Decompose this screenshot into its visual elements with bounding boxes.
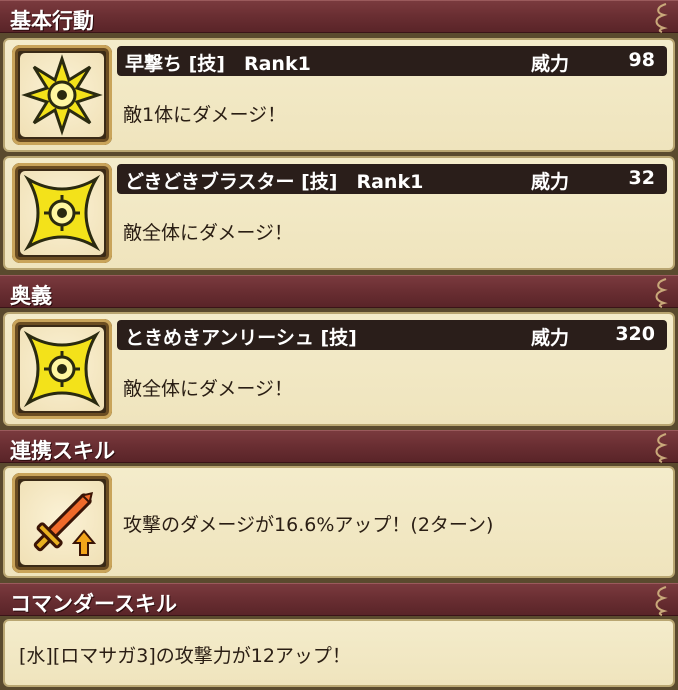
link-skill-description: 攻撃のダメージが16.6%アップ！(2ターン): [123, 514, 494, 536]
section-title: 連携スキル: [10, 439, 115, 463]
power-label: 威力: [531, 171, 570, 193]
skill-description: 敵1体にダメージ！: [123, 104, 287, 126]
shuriken-icon: [23, 330, 101, 408]
skill-description: 敵全体にダメージ！: [123, 222, 294, 244]
skill-icon-frame: [12, 45, 112, 145]
commander-skill-description: [水][ロマサガ3]の攻撃力が12アップ！: [19, 645, 351, 667]
skill-description: 敵全体にダメージ！: [123, 378, 294, 400]
skill-title-bar: どきどきブラスター [技] Rank1 威力 32: [117, 164, 667, 194]
section-header-ougi: 奥義: [0, 275, 678, 308]
section-title: 奥義: [10, 284, 52, 308]
skill-card[interactable]: 早撃ち [技] Rank1 威力 98 敵1体にダメージ！: [3, 38, 675, 152]
skill-name: どきどきブラスター [技] Rank1: [125, 171, 424, 193]
section-header-basic: 基本行動: [0, 0, 678, 33]
section-title: 基本行動: [10, 9, 94, 33]
power-label: 威力: [531, 53, 570, 75]
skill-card[interactable]: ときめきアンリーシュ [技] 威力 320 敵全体にダメージ！: [3, 312, 675, 426]
flourish-icon: [655, 586, 668, 616]
power-value: 32: [628, 167, 655, 189]
starburst-icon: [21, 54, 103, 136]
skill-title-bar: ときめきアンリーシュ [技] 威力 320: [117, 320, 667, 350]
skill-icon-frame: [12, 473, 112, 573]
skill-card[interactable]: どきどきブラスター [技] Rank1 威力 32 敵全体にダメージ！: [3, 156, 675, 270]
skill-icon-frame: [12, 319, 112, 419]
skill-title-bar: 早撃ち [技] Rank1 威力 98: [117, 46, 667, 76]
section-header-link: 連携スキル: [0, 430, 678, 463]
skill-name: ときめきアンリーシュ [技]: [125, 327, 357, 349]
power-label: 威力: [531, 327, 570, 349]
flourish-icon: [655, 433, 668, 463]
section-header-commander: コマンダースキル: [0, 583, 678, 616]
section-title: コマンダースキル: [10, 592, 177, 616]
power-value: 98: [628, 49, 655, 71]
sword-up-icon: [33, 491, 97, 556]
skill-icon-frame: [12, 163, 112, 263]
flourish-icon: [655, 3, 668, 33]
skill-name: 早撃ち [技] Rank1: [125, 53, 311, 75]
flourish-icon: [655, 278, 668, 308]
shuriken-icon: [23, 174, 101, 252]
power-value: 320: [615, 323, 655, 345]
commander-skill-card[interactable]: [水][ロマサガ3]の攻撃力が12アップ！: [3, 619, 675, 687]
link-skill-card[interactable]: 攻撃のダメージが16.6%アップ！(2ターン): [3, 466, 675, 578]
